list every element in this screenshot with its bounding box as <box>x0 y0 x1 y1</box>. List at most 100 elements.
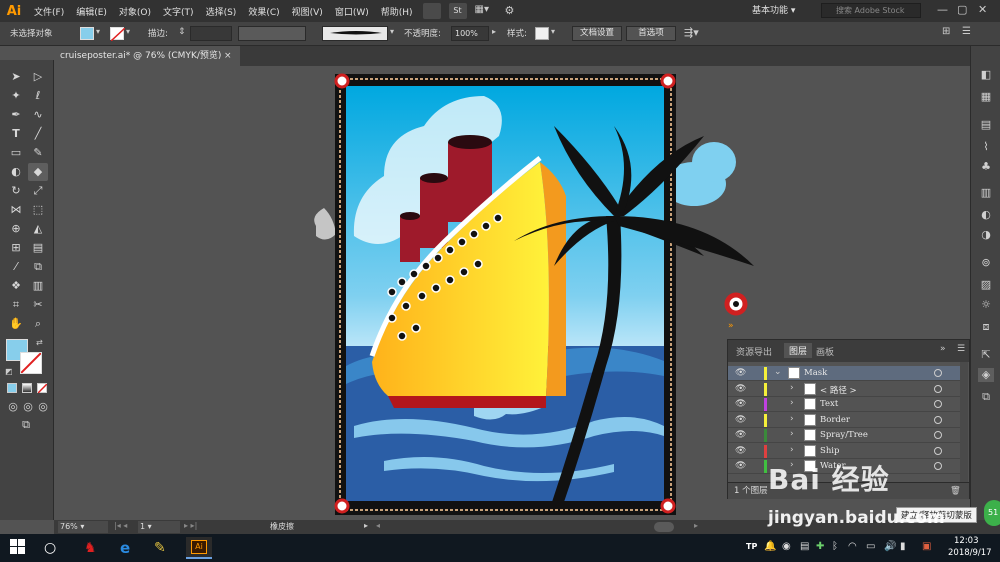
gradient-mode-icon[interactable] <box>22 383 32 393</box>
network-icon[interactable]: ▭ <box>866 541 875 552</box>
zoom-field[interactable]: 76% ▾ <box>58 521 108 533</box>
maximize-button[interactable]: ▢ <box>957 3 967 16</box>
float-badge[interactable]: 51 <box>984 500 1000 526</box>
brushes-panel-icon[interactable]: ⌇ <box>978 140 994 154</box>
panel-menu-icon[interactable]: ⊞ <box>942 26 950 37</box>
gpu-performance-icon[interactable]: ⚙ <box>505 4 523 18</box>
illustrator-taskbar-button[interactable]: Ai <box>186 537 212 559</box>
blend-tool-icon[interactable]: ⧉ <box>30 260 46 274</box>
visibility-eye-icon[interactable]: 👁 <box>735 399 747 409</box>
clock-date[interactable]: 2018/9/17 <box>948 548 992 558</box>
tab-artboards[interactable]: 画板 <box>816 345 834 358</box>
ime-indicator[interactable]: TP <box>746 542 757 551</box>
tray-app-icon[interactable]: ◉ <box>782 541 791 552</box>
line-tool-icon[interactable]: ╱ <box>30 127 46 141</box>
stock-search-input[interactable]: 搜索 Adobe Stock <box>821 3 921 18</box>
variable-width-field[interactable] <box>238 26 306 41</box>
eyedropper-tool-icon[interactable]: ⁄ <box>8 260 24 274</box>
layer-row[interactable]: 👁 › Border <box>728 413 960 428</box>
default-colors-icon[interactable]: ◩ <box>5 367 13 376</box>
symbols-panel-icon[interactable]: ♣ <box>978 160 994 174</box>
visibility-eye-icon[interactable]: 👁 <box>735 446 747 456</box>
artboard-tool-icon[interactable]: ⌗ <box>8 298 24 312</box>
preferences-button[interactable]: 首选项 <box>626 26 676 41</box>
expand-arrow-icon[interactable]: › <box>790 429 794 439</box>
tab-layers[interactable]: 图层 <box>784 343 813 358</box>
swap-colors-icon[interactable]: ⇄ <box>36 338 43 347</box>
panel-menu-icon[interactable]: ☰ <box>957 344 965 354</box>
graphic-styles-panel-icon[interactable]: ◑ <box>978 228 994 242</box>
windows-start-icon[interactable] <box>10 539 28 557</box>
menu-window[interactable]: 窗口(W) <box>329 5 375 18</box>
target-circle-icon[interactable] <box>934 400 942 408</box>
layer-row[interactable]: 👁 › Text <box>728 397 960 412</box>
appearance-panel-icon[interactable]: ☼ <box>978 298 994 312</box>
brush-dropdown-icon[interactable]: ▾ <box>390 27 394 36</box>
cortana-icon[interactable]: ○ <box>44 539 62 557</box>
menu-edit[interactable]: 编辑(E) <box>70 5 113 18</box>
bluetooth-icon[interactable]: ᛒ <box>832 541 838 552</box>
notification-bell-icon[interactable]: 🔔 <box>764 541 776 552</box>
slice-tool-icon[interactable]: ✂ <box>30 298 46 312</box>
clock-time[interactable]: 12:03 <box>954 536 979 546</box>
target-circle-icon[interactable] <box>934 462 942 470</box>
properties-panel-icon[interactable]: ▤ <box>978 118 994 132</box>
target-circle-icon[interactable] <box>934 369 942 377</box>
tray-app-3-icon[interactable]: ✚ <box>816 541 824 552</box>
rectangle-tool-icon[interactable]: ▭ <box>8 146 24 160</box>
align-panel-icon[interactable]: ▥ <box>978 186 994 200</box>
selection-tool-icon[interactable]: ➤ <box>8 70 24 84</box>
gradient-panel-icon[interactable]: ▨ <box>978 278 994 292</box>
stroke-weight-field[interactable] <box>190 26 232 41</box>
first-artboard-icon[interactable]: |◂ ◂ <box>114 521 127 530</box>
layers-scrollbar[interactable] <box>960 362 968 482</box>
eraser-tool-icon[interactable]: ◆ <box>28 163 48 181</box>
menu-view[interactable]: 视图(V) <box>286 5 329 18</box>
opacity-arrow-icon[interactable]: ▸ <box>492 27 496 36</box>
close-tab-icon[interactable]: × <box>224 46 232 66</box>
menu-select[interactable]: 选择(S) <box>200 5 243 18</box>
stroke-panel-icon[interactable]: ⊚ <box>978 256 994 270</box>
pencil-tool-icon[interactable]: ✎ <box>30 146 46 160</box>
target-circle-icon[interactable] <box>934 446 942 455</box>
artboard-number-field[interactable]: 1 ▾ <box>138 521 180 533</box>
fill-swatch[interactable] <box>80 27 94 40</box>
column-graph-tool-icon[interactable]: ▥ <box>30 279 46 293</box>
lasso-tool-icon[interactable]: ℓ <box>30 89 46 103</box>
close-window-button[interactable]: ✕ <box>978 3 987 16</box>
draw-behind-icon[interactable]: ◎ <box>20 400 36 414</box>
stock-icon[interactable]: St <box>448 3 467 19</box>
status-menu-icon[interactable]: ▸ <box>364 521 368 530</box>
shaper-tool-icon[interactable]: ◐ <box>8 165 24 179</box>
visibility-eye-icon[interactable]: 👁 <box>735 415 747 425</box>
battery-icon[interactable]: ▮ <box>900 541 906 552</box>
curvature-tool-icon[interactable]: ∿ <box>30 108 46 122</box>
perspective-grid-tool-icon[interactable]: ◭ <box>30 222 46 236</box>
menu-type[interactable]: 文字(T) <box>157 5 200 18</box>
document-tab[interactable]: cruiseposter.ai* @ 76% (CMYK/预览) × <box>54 46 240 66</box>
bridge-icon[interactable] <box>422 3 441 19</box>
export-panel-icon[interactable]: ⇱ <box>978 348 994 362</box>
stroke-swatch[interactable] <box>110 27 126 42</box>
target-circle-icon[interactable] <box>934 415 942 424</box>
stroke-color-box[interactable] <box>20 352 42 374</box>
symbol-sprayer-tool-icon[interactable]: ❖ <box>8 279 24 293</box>
target-circle-icon[interactable] <box>934 431 942 439</box>
wifi-icon[interactable]: ◠ <box>848 541 857 552</box>
opacity-field[interactable]: 100% <box>451 26 489 41</box>
collapse-panel-icon[interactable]: » <box>940 344 946 354</box>
screen-mode-icon[interactable]: ⧉ <box>18 418 34 432</box>
target-circle-icon[interactable] <box>934 384 942 393</box>
visibility-eye-icon[interactable]: 👁 <box>735 461 747 471</box>
menu-effect[interactable]: 效果(C) <box>242 5 285 18</box>
shape-builder-tool-icon[interactable]: ⊕ <box>8 222 24 236</box>
pathfinder-panel-icon[interactable]: ⧈ <box>978 320 994 334</box>
transparency-panel-icon[interactable]: ◐ <box>978 208 994 222</box>
stroke-stepper-icon[interactable]: ⇕ <box>178 27 186 37</box>
menu-file[interactable]: 文件(F) <box>28 5 70 18</box>
gradient-tool-icon[interactable]: ▤ <box>30 241 46 255</box>
brush-definition-field[interactable] <box>322 26 388 41</box>
draw-normal-icon[interactable]: ◎ <box>5 400 21 414</box>
document-setup-button[interactable]: 文档设置 <box>572 26 622 41</box>
minimize-button[interactable]: — <box>937 3 948 16</box>
